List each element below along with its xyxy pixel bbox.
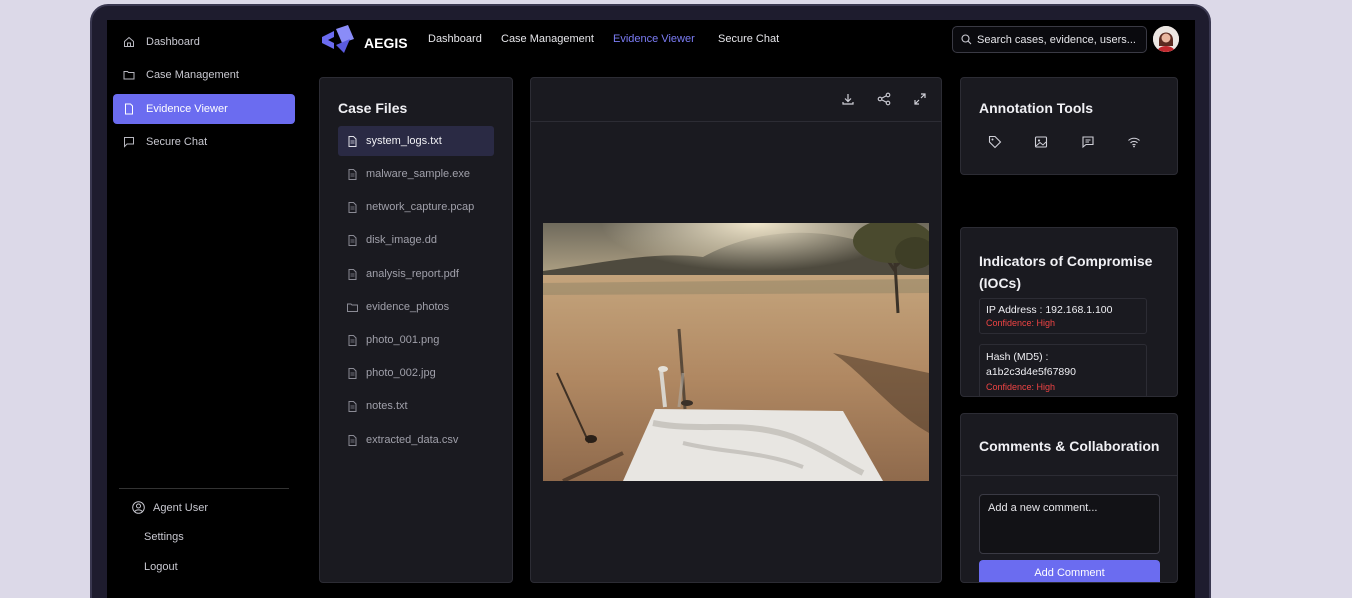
sidebar-item-secure-chat[interactable]: Secure Chat	[113, 127, 295, 157]
file-item-photo-002[interactable]: photo_002.jpg	[338, 358, 494, 388]
sidebar-item-evidence-viewer[interactable]: Evidence Viewer	[113, 94, 295, 124]
file-icon	[347, 234, 358, 246]
file-name: analysis_report.pdf	[366, 268, 459, 280]
file-icon	[347, 334, 358, 346]
tag-icon[interactable]	[988, 135, 1002, 149]
logout-label: Logout	[144, 561, 178, 573]
file-name: notes.txt	[366, 400, 408, 412]
folder-icon	[347, 302, 358, 313]
case-files-panel: Case Files system_logs.txt malware_sampl…	[319, 77, 513, 583]
file-item-extracted-data[interactable]: extracted_data.csv	[338, 425, 494, 455]
brand-name: AEGIS	[364, 34, 408, 51]
folder-icon	[123, 69, 135, 81]
add-comment-button[interactable]: Add Comment	[979, 560, 1160, 582]
file-name: malware_sample.exe	[366, 168, 470, 180]
file-item-network-capture[interactable]: network_capture.pcap	[338, 192, 494, 222]
avatar[interactable]	[1153, 26, 1179, 52]
user-profile[interactable]: Agent User	[132, 501, 208, 514]
file-name: network_capture.pcap	[366, 201, 475, 213]
sidebar-item-label: Case Management	[146, 69, 239, 81]
search-input[interactable]: Search cases, evidence, users...	[952, 26, 1147, 53]
file-icon	[347, 400, 358, 412]
file-item-photo-001[interactable]: photo_001.png	[338, 325, 494, 355]
folder-item-evidence-photos[interactable]: evidence_photos	[338, 292, 494, 322]
sidebar-item-label: Dashboard	[146, 36, 200, 48]
ioc-item[interactable]: IP Address : 192.168.1.100 Confidence: H…	[979, 298, 1147, 334]
topnav-dashboard[interactable]: Dashboard	[428, 33, 482, 45]
brand-logo[interactable]: AEGIS	[320, 25, 408, 60]
file-name: photo_001.png	[366, 334, 440, 346]
topnav-secure-chat[interactable]: Secure Chat	[718, 33, 779, 45]
top-bar: AEGIS Dashboard Case Management Evidence…	[302, 20, 1195, 62]
evidence-image[interactable]	[543, 223, 929, 481]
sidebar-item-dashboard[interactable]: Dashboard	[113, 27, 295, 57]
topnav-case-management[interactable]: Case Management	[501, 33, 594, 45]
annotation-tools-title: Annotation Tools	[979, 100, 1094, 116]
case-files-title: Case Files	[338, 100, 408, 116]
settings-label: Settings	[144, 531, 184, 543]
chat-icon	[123, 136, 135, 148]
settings-link[interactable]: Settings	[144, 531, 184, 543]
user-icon	[132, 501, 145, 514]
annotation-tools-panel: Annotation Tools	[960, 77, 1178, 175]
file-icon	[347, 201, 358, 213]
viewer-toolbar	[531, 78, 941, 122]
sidebar-item-label: Secure Chat	[146, 136, 208, 148]
folder-name: evidence_photos	[366, 301, 450, 313]
sidebar-divider	[119, 488, 289, 489]
comments-title: Comments & Collaboration	[979, 438, 1160, 454]
wifi-icon[interactable]	[1127, 135, 1141, 149]
file-item-disk-image[interactable]: disk_image.dd	[338, 225, 494, 255]
file-icon	[347, 367, 358, 379]
ioc-item[interactable]: Hash (MD5) : a1b2c3d4e5f67890 Confidence…	[979, 344, 1147, 396]
file-icon	[347, 168, 358, 180]
logout-link[interactable]: Logout	[144, 561, 178, 573]
file-item-notes[interactable]: notes.txt	[338, 391, 494, 421]
ioc-confidence: Confidence: High	[986, 318, 1056, 328]
search-placeholder: Search cases, evidence, users...	[977, 33, 1136, 46]
file-icon	[347, 268, 358, 280]
file-icon	[123, 103, 135, 115]
comment-icon[interactable]	[1081, 135, 1095, 149]
aegis-logo-icon	[320, 25, 356, 60]
sidebar-item-label: Evidence Viewer	[146, 103, 228, 115]
topnav-evidence-viewer[interactable]: Evidence Viewer	[613, 33, 695, 45]
share-icon[interactable]	[877, 92, 891, 106]
ioc-confidence: Confidence: High	[986, 382, 1056, 392]
comment-placeholder: Add a new comment...	[988, 502, 1098, 514]
home-icon	[123, 36, 135, 48]
ioc-label: Hash (MD5) : a1b2c3d4e5f67890	[986, 351, 1076, 378]
file-item-analysis-report[interactable]: analysis_report.pdf	[338, 259, 494, 289]
comments-panel: Comments & Collaboration Add a new comme…	[960, 413, 1178, 583]
sidebar: Dashboard Case Management Evidence Viewe…	[107, 20, 302, 598]
file-name: extracted_data.csv	[366, 434, 459, 446]
comment-input[interactable]: Add a new comment...	[979, 494, 1160, 554]
sidebar-item-case-management[interactable]: Case Management	[113, 60, 295, 90]
iocs-panel: Indicators of Compromise (IOCs) IP Addre…	[960, 227, 1178, 397]
file-icon	[347, 135, 358, 147]
expand-icon[interactable]	[913, 92, 927, 106]
download-icon[interactable]	[841, 92, 855, 106]
app-screen: Dashboard Case Management Evidence Viewe…	[107, 20, 1195, 598]
file-name: photo_002.jpg	[366, 367, 436, 379]
image-icon[interactable]	[1034, 135, 1048, 149]
user-name: Agent User	[153, 501, 209, 514]
file-icon	[347, 434, 358, 446]
file-item-system-logs[interactable]: system_logs.txt	[338, 126, 494, 156]
search-icon	[961, 34, 972, 45]
file-name: system_logs.txt	[366, 135, 442, 147]
file-item-malware-sample[interactable]: malware_sample.exe	[338, 159, 494, 189]
ioc-label: IP Address : 192.168.1.100	[986, 304, 1113, 316]
file-name: disk_image.dd	[366, 234, 437, 246]
comments-divider	[961, 475, 1177, 476]
evidence-viewer-panel	[530, 77, 942, 583]
iocs-title: Indicators of Compromise (IOCs)	[979, 253, 1153, 291]
